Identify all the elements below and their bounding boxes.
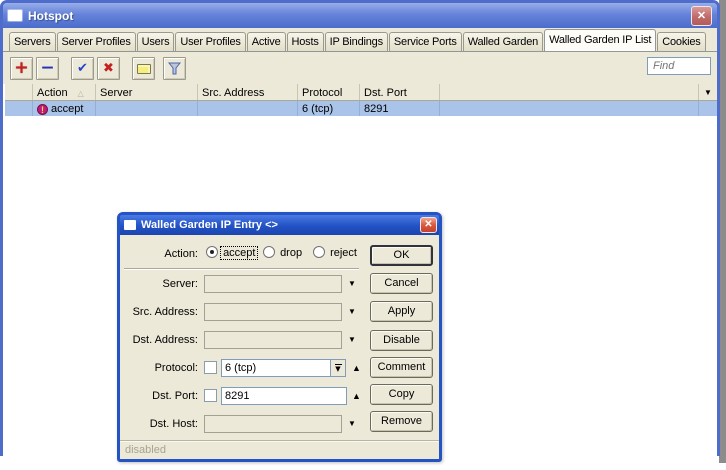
dst-port-collapse-icon[interactable]: ▲ (352, 387, 361, 401)
dst-port-input[interactable] (221, 387, 347, 405)
column-protocol[interactable]: Protocol (298, 84, 360, 100)
cell-src-address (198, 101, 298, 116)
column-filler (440, 84, 699, 100)
tab-walled-garden-ip-list[interactable]: Walled Garden IP List (544, 29, 657, 51)
add-button[interactable]: + (10, 57, 33, 80)
disable-entry-button[interactable]: Disable (370, 330, 433, 351)
dialog-close-icon[interactable]: ✕ (420, 217, 437, 233)
src-address-label: Src. Address: (132, 306, 198, 318)
status-bar: disabled (120, 440, 439, 459)
disable-button[interactable]: ✖ (97, 57, 120, 80)
src-address-combo[interactable] (204, 303, 342, 321)
dst-host-combo[interactable] (204, 415, 342, 433)
cancel-button[interactable]: Cancel (370, 273, 433, 294)
find-input[interactable] (647, 57, 711, 75)
sort-ascending-icon: △ (77, 88, 84, 98)
protocol-dropdown-button[interactable]: ▼ (330, 359, 346, 377)
tab-cookies[interactable]: Cookies (657, 32, 706, 51)
column-dst-port[interactable]: Dst. Port (360, 84, 440, 100)
dialog-titlebar[interactable]: Walled Garden IP Entry <> ✕ (120, 215, 439, 235)
window-icon (8, 10, 22, 21)
disabled-entry-icon: ! (37, 103, 48, 115)
filter-button[interactable] (163, 57, 186, 80)
radio-accept-label[interactable]: accept (220, 246, 259, 260)
plus-icon: + (14, 58, 29, 78)
dst-address-label: Dst. Address: (132, 334, 198, 346)
column-select-dropdown[interactable]: ▼ (699, 84, 717, 100)
tab-service-ports[interactable]: Service Ports (388, 32, 462, 51)
radio-drop[interactable] (263, 246, 275, 258)
dropdown-icon: ▼ (335, 365, 341, 373)
window-title: Hotspot (28, 8, 74, 23)
enable-button[interactable]: ✔ (71, 57, 94, 80)
apply-button[interactable]: Apply (370, 301, 433, 322)
radio-accept[interactable] (206, 246, 218, 258)
table-header-row: Action △ Server Src. Address Protocol Ds… (5, 84, 717, 101)
tab-users[interactable]: Users (136, 32, 175, 51)
chevron-down-icon: ▼ (704, 87, 712, 97)
src-address-dropdown-icon[interactable]: ▼ (348, 303, 356, 316)
tab-server-profiles[interactable]: Server Profiles (56, 32, 136, 51)
cell-filler (440, 101, 699, 116)
copy-button[interactable]: Copy (370, 384, 433, 405)
check-icon: ✔ (77, 61, 88, 76)
cell-flags (5, 101, 33, 116)
table-row[interactable]: ! accept 6 (tcp) 8291 (5, 101, 717, 116)
comment-button[interactable] (132, 57, 155, 80)
desktop-background (719, 0, 726, 463)
comment-entry-button[interactable]: Comment (370, 357, 433, 378)
dst-address-dropdown-icon[interactable]: ▼ (348, 331, 356, 344)
tab-servers[interactable]: Servers (9, 32, 56, 51)
window-titlebar[interactable]: Hotspot ✕ (3, 3, 717, 28)
cross-icon: ✖ (103, 61, 114, 76)
dialog-icon (124, 220, 136, 230)
dst-port-label: Dst. Port: (152, 390, 198, 402)
remove-button[interactable]: Remove (370, 411, 433, 432)
separator (124, 268, 359, 270)
column-flags[interactable] (5, 84, 33, 100)
protocol-collapse-icon[interactable]: ▲ (352, 359, 361, 373)
column-server[interactable]: Server (96, 84, 198, 100)
radio-reject[interactable] (313, 246, 325, 258)
protocol-checkbox[interactable] (204, 361, 217, 374)
dst-port-checkbox[interactable] (204, 389, 217, 402)
tab-ip-bindings[interactable]: IP Bindings (324, 32, 388, 51)
dst-host-label: Dst. Host: (149, 418, 198, 430)
cell-protocol: 6 (tcp) (298, 101, 360, 116)
dst-host-dropdown-icon[interactable]: ▼ (348, 415, 356, 428)
dst-address-combo[interactable] (204, 331, 342, 349)
server-dropdown-icon[interactable]: ▼ (348, 275, 356, 288)
toolbar: + − ✔ ✖ (3, 52, 717, 84)
ok-button[interactable]: OK (370, 245, 433, 266)
cell-action: ! accept (33, 101, 96, 116)
close-icon[interactable]: ✕ (691, 5, 712, 26)
radio-reject-label[interactable]: reject (328, 247, 359, 259)
tab-walled-garden[interactable]: Walled Garden (462, 32, 544, 51)
filter-funnel-icon (168, 62, 181, 75)
action-label: Action: (164, 248, 198, 260)
dialog-title: Walled Garden IP Entry <> (141, 219, 278, 231)
minus-icon: − (40, 58, 55, 78)
protocol-input[interactable] (221, 359, 331, 377)
walled-garden-ip-entry-dialog: Walled Garden IP Entry <> ✕ Action: acce… (117, 212, 442, 462)
radio-drop-label[interactable]: drop (278, 247, 304, 259)
dialog-body: Action: accept drop reject Server: ▼ Src… (120, 235, 439, 440)
server-label: Server: (162, 278, 198, 290)
tab-user-profiles[interactable]: User Profiles (175, 32, 246, 51)
column-action[interactable]: Action △ (33, 84, 96, 100)
screen: Hotspot ✕ Servers Server Profiles Users … (0, 0, 726, 470)
remove-button[interactable]: − (36, 57, 59, 80)
cell-dst-port: 8291 (360, 101, 440, 116)
tab-hosts[interactable]: Hosts (286, 32, 324, 51)
tab-strip: Servers Server Profiles Users User Profi… (3, 28, 717, 52)
cell-server (96, 101, 198, 116)
comment-note-icon (136, 63, 151, 74)
protocol-label: Protocol: (154, 362, 198, 374)
tab-active[interactable]: Active (246, 32, 286, 51)
column-src-address[interactable]: Src. Address (198, 84, 298, 100)
server-combo[interactable] (204, 275, 342, 293)
